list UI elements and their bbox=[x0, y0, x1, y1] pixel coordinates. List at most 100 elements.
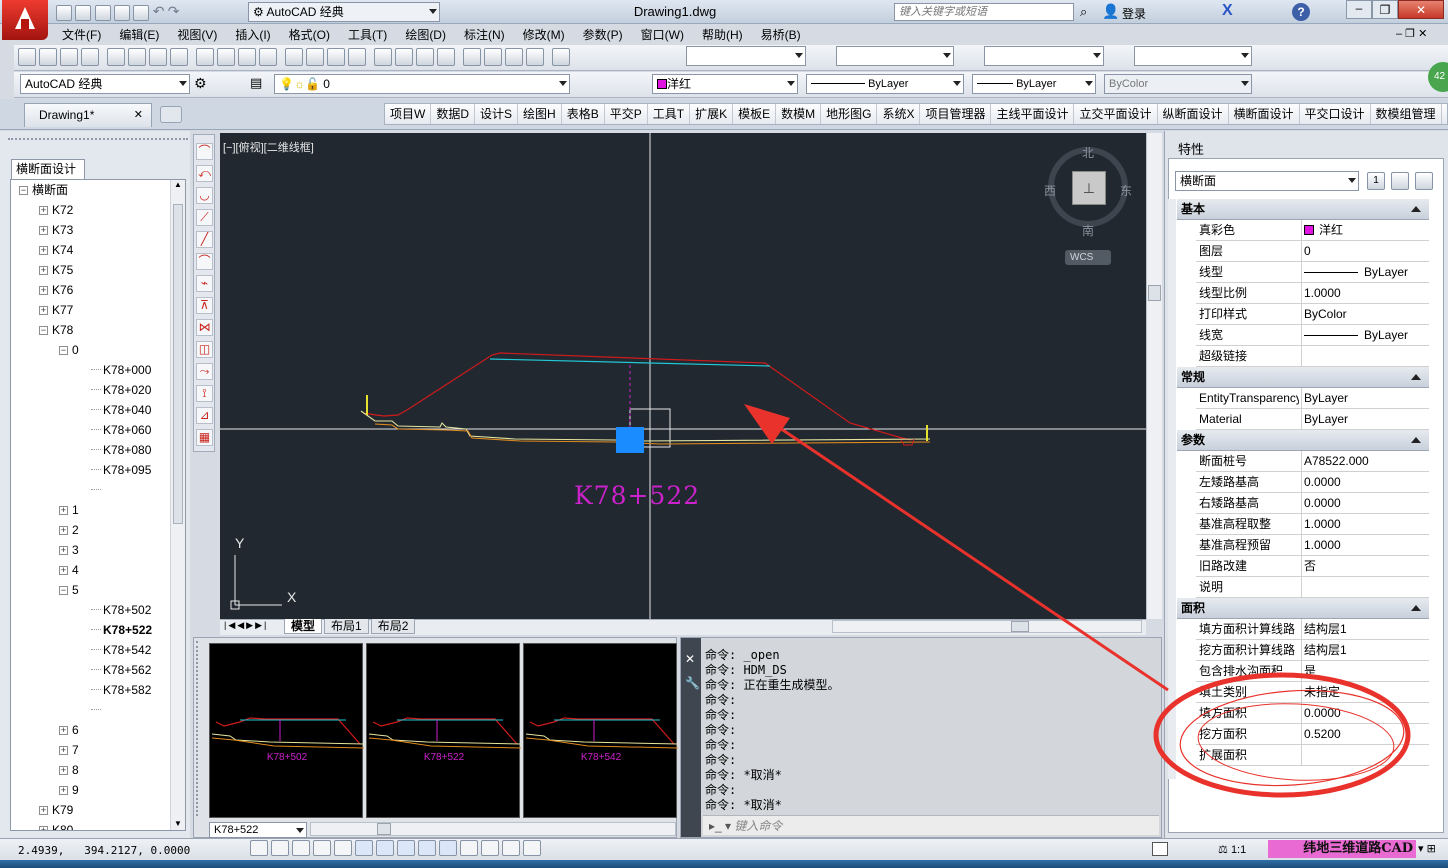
tree-node[interactable] bbox=[91, 700, 103, 720]
help-icon[interactable]: ? bbox=[1292, 3, 1310, 21]
redo-icon[interactable]: ↷ bbox=[168, 3, 180, 19]
wrench-icon[interactable]: 🔧 bbox=[685, 676, 700, 690]
property-row[interactable]: 包含排水沟面积 是 bbox=[1196, 661, 1429, 682]
tree-node[interactable]: K78+040 bbox=[91, 400, 151, 420]
tree-node[interactable]: −0 bbox=[59, 340, 79, 360]
section-thumbnail[interactable]: K78+542 bbox=[523, 643, 679, 818]
zoom-window-icon[interactable] bbox=[374, 48, 392, 66]
zoom-previous-icon[interactable] bbox=[395, 48, 413, 66]
tree-node[interactable]: K78+582 bbox=[91, 680, 151, 700]
property-value[interactable]: 1.0000 bbox=[1304, 514, 1426, 534]
search-box[interactable]: 键入关键字或短语 bbox=[894, 3, 1074, 21]
property-row[interactable]: 真彩色 洋红 bbox=[1196, 220, 1429, 241]
property-row[interactable]: 填土类别 未指定 bbox=[1196, 682, 1429, 703]
menu-item[interactable]: 帮助(H) bbox=[702, 28, 743, 42]
layer-combo[interactable]: 💡☼🔓 0 bbox=[274, 74, 570, 94]
print-icon[interactable] bbox=[133, 4, 150, 21]
menu-item[interactable]: 窗口(W) bbox=[641, 28, 684, 42]
fill-icon[interactable]: ◡ bbox=[196, 187, 213, 204]
web-icon[interactable] bbox=[149, 48, 167, 66]
close-icon[interactable]: ✕ bbox=[685, 652, 695, 666]
menu-item[interactable]: 视图(V) bbox=[177, 28, 217, 42]
collapse-icon[interactable]: − bbox=[19, 186, 28, 195]
restore-button[interactable]: ❐ bbox=[1372, 0, 1398, 19]
tpy-toggle-icon[interactable] bbox=[460, 840, 478, 856]
tree-node[interactable]: + K76 bbox=[39, 280, 73, 300]
eraser-icon[interactable] bbox=[259, 48, 277, 66]
tree-node[interactable]: K78+502 bbox=[91, 600, 151, 620]
property-value[interactable]: 是 bbox=[1304, 661, 1426, 681]
slope-icon[interactable]: ⟋ bbox=[196, 209, 213, 226]
property-value[interactable]: ByLayer bbox=[1304, 262, 1426, 282]
menu-item[interactable]: 插入(I) bbox=[235, 28, 270, 42]
property-row[interactable]: 填方面积计算线路 结构层1 bbox=[1196, 619, 1429, 640]
3dosnap-toggle-icon[interactable] bbox=[355, 840, 373, 856]
plotstyle-combo[interactable]: ByColor bbox=[1104, 74, 1252, 94]
thumbnail-hscroll-thumb[interactable] bbox=[377, 823, 391, 835]
property-row[interactable]: 挖方面积计算线路 结构层1 bbox=[1196, 640, 1429, 661]
scroll-down-icon[interactable]: ▼ bbox=[171, 819, 185, 828]
qp-toggle-icon[interactable] bbox=[481, 840, 499, 856]
property-value[interactable]: ByColor bbox=[1304, 304, 1426, 324]
properties-icon[interactable] bbox=[416, 48, 434, 66]
paste-icon[interactable] bbox=[217, 48, 235, 66]
property-row[interactable]: 旧路改建 否 bbox=[1196, 556, 1429, 577]
zoom-realtime-icon[interactable] bbox=[348, 48, 366, 66]
user-icon[interactable]: 👤 bbox=[1102, 3, 1119, 20]
property-value[interactable]: 0.0000 bbox=[1304, 472, 1426, 492]
mleader-style-combo[interactable] bbox=[1134, 46, 1252, 66]
custom-tab[interactable]: 主线平面设计 bbox=[991, 104, 1075, 124]
custom-tab[interactable]: 项目管理器 bbox=[920, 104, 992, 124]
custom-tab[interactable]: 模板E bbox=[733, 104, 777, 124]
layout-nav-icons[interactable]: |◀◀▶▶| bbox=[224, 620, 268, 631]
custom-tab[interactable]: 表格B bbox=[562, 104, 605, 124]
expand-icon[interactable]: + bbox=[59, 546, 68, 555]
plot-icon[interactable] bbox=[81, 48, 99, 66]
am-toggle-icon[interactable] bbox=[523, 840, 541, 856]
login-link[interactable]: 登录 bbox=[1122, 5, 1146, 22]
compass-west[interactable]: 西 bbox=[1044, 182, 1056, 199]
property-row[interactable]: 图层 0 bbox=[1196, 241, 1429, 262]
help-icon[interactable] bbox=[552, 48, 570, 66]
property-value[interactable]: ByLayer bbox=[1304, 388, 1426, 408]
custom-tab[interactable]: 扩展K bbox=[690, 104, 734, 124]
custom-tab[interactable]: 绘图H bbox=[518, 104, 562, 124]
dyn-toggle-icon[interactable] bbox=[418, 840, 436, 856]
left-panel-tab[interactable]: 横断面设计 bbox=[11, 159, 85, 179]
toggle-pickadd-icon[interactable]: 1 bbox=[1367, 172, 1385, 190]
property-row[interactable]: 基准高程预留 1.0000 bbox=[1196, 535, 1429, 556]
annotation-scale[interactable]: ⚖ 1:1 bbox=[1218, 843, 1246, 856]
menu-item[interactable]: 参数(P) bbox=[583, 28, 623, 42]
line-icon[interactable]: ╱ bbox=[196, 231, 213, 248]
section-thumbnail[interactable]: K78+502 bbox=[209, 643, 365, 818]
expand-icon[interactable]: + bbox=[59, 726, 68, 735]
property-row[interactable]: 挖方面积 0.5200 bbox=[1196, 724, 1429, 745]
collapse-caret-icon[interactable] bbox=[1411, 437, 1421, 443]
menu-item[interactable]: 格式(O) bbox=[289, 28, 330, 42]
tree-node[interactable]: K78+542 bbox=[91, 640, 151, 660]
menu-item[interactable]: 绘图(D) bbox=[405, 28, 446, 42]
markup-icon[interactable] bbox=[505, 48, 523, 66]
new-tab-button[interactable] bbox=[160, 106, 182, 123]
grid-toggle-icon[interactable] bbox=[271, 840, 289, 856]
polar-toggle-icon[interactable] bbox=[313, 840, 331, 856]
lineweight-combo[interactable]: ByLayer bbox=[972, 74, 1096, 94]
tree-node[interactable] bbox=[91, 480, 103, 500]
property-value[interactable]: ByLayer bbox=[1304, 409, 1426, 429]
property-section-header[interactable]: 基本 bbox=[1177, 199, 1429, 220]
tree-node[interactable]: +4 bbox=[59, 560, 79, 580]
color-combo[interactable]: 洋红 bbox=[652, 74, 798, 94]
close-button[interactable]: ✕ bbox=[1398, 0, 1444, 19]
design-center-icon[interactable] bbox=[437, 48, 455, 66]
menu-item[interactable]: 工具(T) bbox=[348, 28, 387, 42]
menu-item[interactable]: 编辑(E) bbox=[119, 28, 159, 42]
tree-node[interactable]: +3 bbox=[59, 540, 79, 560]
compass-north[interactable]: 北 bbox=[1082, 144, 1094, 161]
ditch-icon[interactable]: ⌁ bbox=[196, 275, 213, 292]
custom-tab[interactable]: 地形图G bbox=[821, 104, 878, 124]
property-row[interactable]: 线型 ByLayer bbox=[1196, 262, 1429, 283]
property-row[interactable]: 右矮路基高 0.0000 bbox=[1196, 493, 1429, 514]
cross-section-icon[interactable]: ⌒ bbox=[196, 143, 213, 160]
section-thumbnail[interactable]: K78+522 bbox=[366, 643, 522, 818]
property-row[interactable]: 打印样式 ByColor bbox=[1196, 304, 1429, 325]
